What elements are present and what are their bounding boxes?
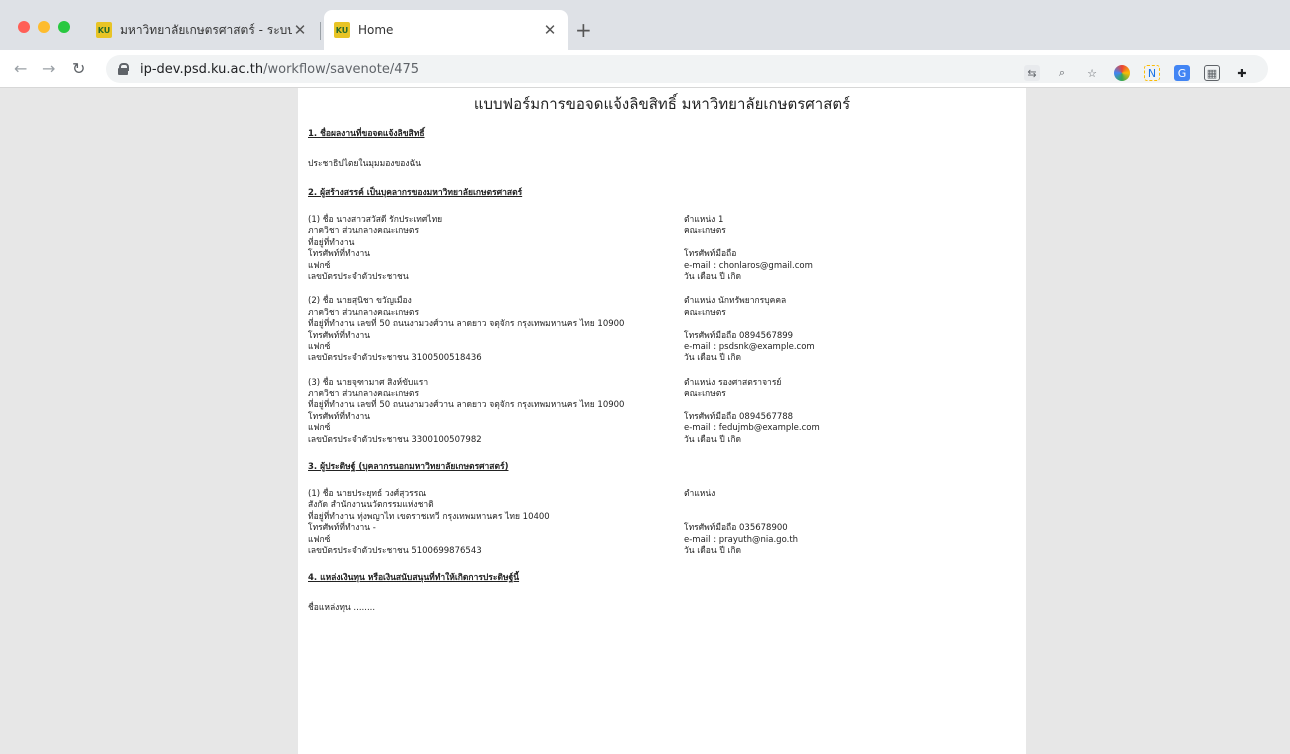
work-title-value: ประชาธิปไตยในมุมมองของฉัน bbox=[308, 159, 422, 169]
ku-favicon-icon: KU bbox=[334, 22, 350, 38]
inventor-id-number: เลขบัตรประจำตัวประชาชน 5100699876543 bbox=[308, 545, 482, 556]
address-bar[interactable]: ip-dev.psd.ku.ac.th/workflow/savenote/47… bbox=[106, 55, 1268, 83]
creator-position: ตำแหน่ง 1 bbox=[684, 215, 724, 225]
zoom-window-button[interactable] bbox=[58, 21, 70, 33]
funding-source-name: ชื่อแหล่งทุน ........ bbox=[308, 603, 376, 614]
creator-position: ตำแหน่ง นักทรัพยากรบุคคล bbox=[684, 296, 787, 307]
zoom-magnifier-icon[interactable]: ⌕ bbox=[1054, 65, 1070, 81]
inventor-dob: วัน เดือน ปี เกิด bbox=[684, 545, 741, 556]
creator-entry: (3) ชื่อ นายจุฑามาศ สิงห์ขับแรา ภาควิชา … bbox=[308, 378, 1016, 446]
inventor-mobile: โทรศัพท์มือถือ 035678900 bbox=[684, 523, 788, 534]
inventor-fax: แฟกซ์ bbox=[308, 534, 331, 545]
creator-email: e-mail : fedujmb@example.com bbox=[684, 423, 820, 434]
creator-fax: แฟกซ์ bbox=[308, 341, 331, 352]
close-icon[interactable]: ✕ bbox=[292, 21, 308, 39]
page-title: แบบฟอร์มการขอจดแจ้งลิขสิทธิ์ มหาวิทยาลัย… bbox=[473, 95, 851, 113]
creator-entry: (1) ชื่อ นางสาวสวัสดี รักประเทศไทย ภาควิ… bbox=[308, 215, 1016, 283]
inventor-faculty bbox=[684, 500, 1014, 511]
tab-title: มหาวิทยาลัยเกษตรศาสตร์ - ระบบจ bbox=[120, 22, 292, 37]
inventor-affiliation: สังกัด สำนักงานนวัตกรรมแห่งชาติ bbox=[308, 500, 434, 511]
browser-toolbar: ← → ↻ ip-dev.psd.ku.ac.th/workflow/saven… bbox=[0, 50, 1290, 88]
creator-dob: วัน เดือน ปี เกิด bbox=[684, 271, 741, 282]
creator-name: (1) ชื่อ นางสาวสวัสดี รักประเทศไทย bbox=[308, 215, 443, 225]
section-2-heading: 2. ผู้สร้างสรรค์ เป็นบุคลากรของมหาวิทยาล… bbox=[308, 188, 523, 198]
back-arrow-icon[interactable]: ← bbox=[14, 59, 27, 78]
extension-icons: ⇆ ⌕ ☆ N G ▦ ✚ bbox=[1024, 65, 1250, 81]
creator-mobile: โทรศัพท์มือถือ 0894567788 bbox=[684, 411, 794, 422]
new-tab-plus-icon[interactable]: + bbox=[575, 18, 592, 42]
inventor-email: e-mail : prayuth@nia.go.th bbox=[684, 534, 799, 545]
forward-arrow-icon[interactable]: → bbox=[42, 59, 55, 78]
creator-phone: โทรศัพท์ที่ทำงาน bbox=[308, 411, 371, 422]
color-picker-extension-icon[interactable] bbox=[1114, 65, 1130, 81]
creator-mobile: โทรศัพท์มือถือ 0894567899 bbox=[684, 330, 794, 341]
lock-icon bbox=[118, 63, 129, 75]
creator-fax: แฟกซ์ bbox=[308, 423, 331, 434]
form-document: แบบฟอร์มการขอจดแจ้งลิขสิทธิ์ มหาวิทยาลัย… bbox=[298, 88, 1026, 754]
translate-icon[interactable]: ⇆ bbox=[1024, 65, 1040, 81]
ku-favicon-icon: KU bbox=[96, 22, 112, 38]
page-viewport: แบบฟอร์มการขอจดแจ้งลิขสิทธิ์ มหาวิทยาลัย… bbox=[0, 88, 1290, 754]
extensions-puzzle-icon[interactable]: ✚ bbox=[1234, 65, 1250, 81]
browser-tab-ku-system[interactable]: KU มหาวิทยาลัยเกษตรศาสตร์ - ระบบจ ✕ bbox=[86, 10, 318, 50]
inventor-address: ที่อยู่ที่ทำงาน ทุ่งพญาไท เขตราชเทวี กรุ… bbox=[308, 511, 550, 522]
inventor-entry: (1) ชื่อ นายประยุทธ์ วงศ์สุวรรณ สังกัด ส… bbox=[308, 489, 1016, 557]
minimize-window-button[interactable] bbox=[38, 21, 50, 33]
creator-department: ภาควิชา ส่วนกลางคณะเกษตร bbox=[308, 226, 420, 237]
creator-phone: โทรศัพท์ที่ทำงาน bbox=[308, 249, 371, 260]
close-window-button[interactable] bbox=[18, 21, 30, 33]
inventor-phone: โทรศัพท์ที่ทำงาน - bbox=[308, 523, 376, 534]
creator-address: ที่อยู่ที่ทำงาน เลขที่ 50 ถนนงามวงศ์วาน … bbox=[308, 319, 625, 330]
section-4-heading: 4. แหล่งเงินทุน หรือเงินสนับสนุนที่ทำให้… bbox=[308, 573, 520, 584]
section-3-heading: 3. ผู้ประดิษฐ์ (บุคลากรนอกมหาวิทยาลัยเกษ… bbox=[308, 462, 509, 473]
browser-tab-bar: KU มหาวิทยาลัยเกษตรศาสตร์ - ระบบจ ✕ KU H… bbox=[0, 0, 1290, 50]
section-1-heading: 1. ชื่อผลงานที่ขอจดแจ้งลิขสิทธิ์ bbox=[308, 129, 425, 139]
creator-faculty: คณะเกษตร bbox=[684, 226, 726, 237]
creator-id-number: เลขบัตรประจำตัวประชาชน bbox=[308, 271, 409, 282]
notion-extension-icon[interactable]: N bbox=[1144, 65, 1160, 81]
qr-code-extension-icon[interactable]: ▦ bbox=[1204, 65, 1220, 81]
url-path: /workflow/savenote/475 bbox=[263, 61, 420, 77]
creator-name: (3) ชื่อ นายจุฑามาศ สิงห์ขับแรา bbox=[308, 377, 429, 388]
creator-phone: โทรศัพท์ที่ทำงาน bbox=[308, 330, 371, 341]
creator-name: (2) ชื่อ นายสุนิชา ขวัญเมือง bbox=[308, 296, 412, 307]
creator-id-number: เลขบัตรประจำตัวประชาชน 3300100507982 bbox=[308, 434, 482, 445]
creator-dob: วัน เดือน ปี เกิด bbox=[684, 434, 741, 445]
close-icon[interactable]: ✕ bbox=[542, 21, 558, 39]
creator-faculty: คณะเกษตร bbox=[684, 389, 726, 400]
reload-icon[interactable]: ↻ bbox=[72, 59, 85, 78]
creator-id-number: เลขบัตรประจำตัวประชาชน 3100500518436 bbox=[308, 353, 482, 364]
translate-extension-icon[interactable]: G bbox=[1174, 65, 1190, 81]
creator-department: ภาควิชา ส่วนกลางคณะเกษตร bbox=[308, 389, 420, 400]
browser-tab-home[interactable]: KU Home ✕ bbox=[324, 10, 568, 50]
creator-dob: วัน เดือน ปี เกิด bbox=[684, 353, 741, 364]
creator-email: e-mail : psdsnk@example.com bbox=[684, 341, 815, 352]
tab-title: Home bbox=[358, 23, 394, 37]
creator-department: ภาควิชา ส่วนกลางคณะเกษตร bbox=[308, 307, 420, 318]
creator-entry: (2) ชื่อ นายสุนิชา ขวัญเมือง ภาควิชา ส่ว… bbox=[308, 296, 1016, 364]
bookmark-star-icon[interactable]: ☆ bbox=[1084, 65, 1100, 81]
inventor-position: ตำแหน่ง bbox=[684, 489, 716, 500]
creator-address: ที่อยู่ที่ทำงาน เลขที่ 50 ถนนงามวงศ์วาน … bbox=[308, 400, 625, 411]
creator-email: e-mail : chonlaros@gmail.com bbox=[684, 260, 813, 271]
creator-position: ตำแหน่ง รองศาสตราจารย์ bbox=[684, 377, 782, 388]
url-host: ip-dev.psd.ku.ac.th bbox=[140, 61, 264, 77]
creator-mobile: โทรศัพท์มือถือ bbox=[684, 249, 737, 260]
inventor-name: (1) ชื่อ นายประยุทธ์ วงศ์สุวรรณ bbox=[308, 489, 427, 500]
tab-divider bbox=[320, 22, 321, 40]
creator-address: ที่อยู่ที่ทำงาน bbox=[308, 237, 355, 248]
creator-faculty: คณะเกษตร bbox=[684, 307, 726, 318]
creator-fax: แฟกซ์ bbox=[308, 260, 331, 271]
